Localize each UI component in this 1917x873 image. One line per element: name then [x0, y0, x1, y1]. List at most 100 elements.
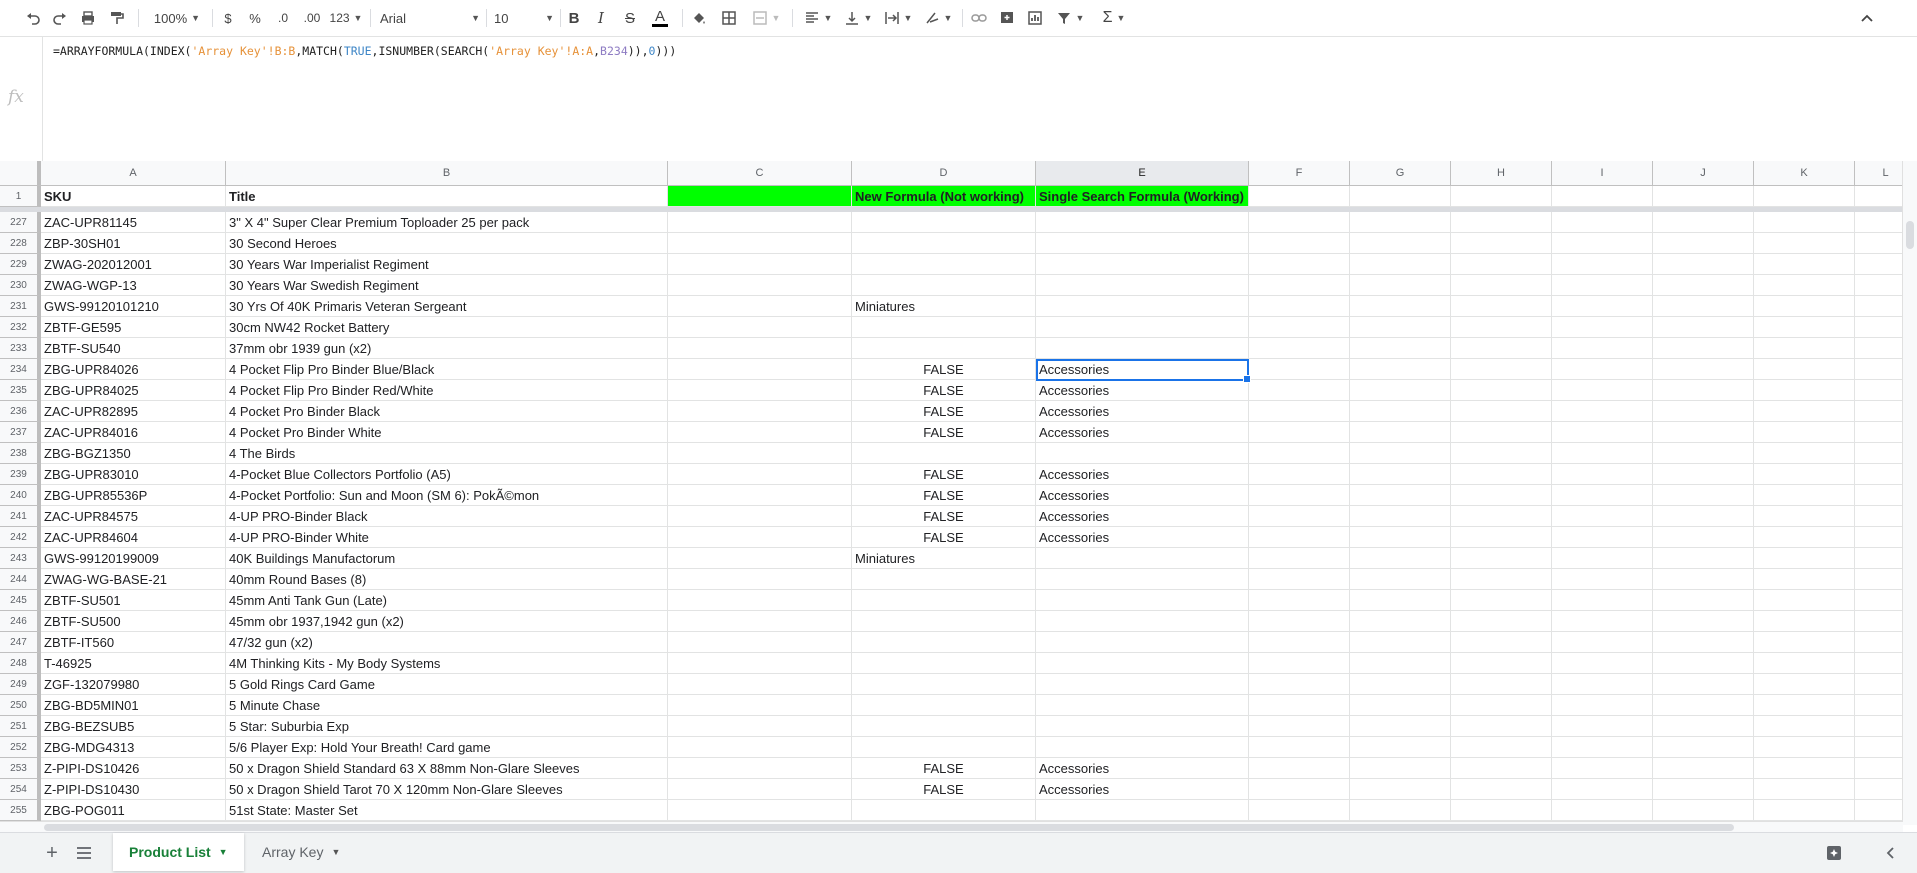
- cell[interactable]: ZBTF-SU500: [41, 611, 226, 632]
- cell[interactable]: [852, 695, 1036, 716]
- column-header-a[interactable]: A: [41, 161, 226, 185]
- cell[interactable]: [1552, 737, 1653, 758]
- cell[interactable]: [852, 338, 1036, 359]
- column-header-e[interactable]: E: [1036, 161, 1249, 185]
- cell[interactable]: [1350, 422, 1451, 443]
- cell[interactable]: [1552, 779, 1653, 800]
- cell[interactable]: [1350, 485, 1451, 506]
- cell[interactable]: [1653, 485, 1754, 506]
- cell[interactable]: [1249, 212, 1350, 233]
- cell[interactable]: [1653, 212, 1754, 233]
- cell[interactable]: [1350, 443, 1451, 464]
- cell[interactable]: [1350, 275, 1451, 296]
- cell[interactable]: [1036, 443, 1249, 464]
- cell[interactable]: [668, 653, 852, 674]
- cell[interactable]: [668, 737, 852, 758]
- formula-input[interactable]: =ARRAYFORMULA(INDEX('Array Key'!B:B,MATC…: [53, 44, 676, 58]
- cell[interactable]: FALSE: [852, 401, 1036, 422]
- cell[interactable]: [1451, 338, 1552, 359]
- cell[interactable]: [1451, 359, 1552, 380]
- cell[interactable]: [1350, 548, 1451, 569]
- merge-cells-icon[interactable]: ▼: [748, 6, 784, 30]
- cell[interactable]: [1451, 317, 1552, 338]
- cell[interactable]: [1036, 212, 1249, 233]
- bold-icon[interactable]: B: [564, 6, 584, 30]
- cell[interactable]: [1552, 485, 1653, 506]
- row-number[interactable]: 235: [0, 380, 41, 401]
- cell[interactable]: 45mm obr 1937,1942 gun (x2): [226, 611, 668, 632]
- cell[interactable]: [1552, 548, 1653, 569]
- column-header-b[interactable]: B: [226, 161, 668, 185]
- cell[interactable]: Accessories: [1036, 779, 1249, 800]
- cell[interactable]: [852, 317, 1036, 338]
- horizontal-align-icon[interactable]: ▼: [800, 6, 836, 30]
- cell[interactable]: [668, 443, 852, 464]
- cell[interactable]: [1350, 401, 1451, 422]
- cell[interactable]: [1552, 317, 1653, 338]
- cell[interactable]: [668, 359, 852, 380]
- cell[interactable]: [668, 275, 852, 296]
- cell[interactable]: [1451, 212, 1552, 233]
- cell[interactable]: Z-PIPI-DS10430: [41, 779, 226, 800]
- cell[interactable]: [1451, 800, 1552, 821]
- cell[interactable]: [1249, 233, 1350, 254]
- cell[interactable]: [1653, 380, 1754, 401]
- cell[interactable]: [1451, 233, 1552, 254]
- explore-icon[interactable]: [1822, 841, 1846, 865]
- cell[interactable]: [1036, 296, 1249, 317]
- cell[interactable]: [1249, 401, 1350, 422]
- cell[interactable]: [1249, 296, 1350, 317]
- row-number[interactable]: 1: [0, 186, 41, 207]
- cell[interactable]: [1350, 254, 1451, 275]
- row-number[interactable]: 242: [0, 527, 41, 548]
- cell[interactable]: [1249, 506, 1350, 527]
- cell[interactable]: [1754, 380, 1855, 401]
- cell[interactable]: [1754, 464, 1855, 485]
- cell[interactable]: [1653, 632, 1754, 653]
- chevron-down-icon[interactable]: ▼: [219, 847, 228, 857]
- cell[interactable]: FALSE: [852, 422, 1036, 443]
- cell[interactable]: [1653, 254, 1754, 275]
- cell[interactable]: [1451, 422, 1552, 443]
- cell[interactable]: [1653, 338, 1754, 359]
- cell[interactable]: [1451, 527, 1552, 548]
- cell[interactable]: [1653, 695, 1754, 716]
- text-rotation-icon[interactable]: ▼: [920, 6, 956, 30]
- row-number[interactable]: 241: [0, 506, 41, 527]
- row-number[interactable]: 243: [0, 548, 41, 569]
- cell[interactable]: 30cm NW42 Rocket Battery: [226, 317, 668, 338]
- cell[interactable]: [1653, 317, 1754, 338]
- cell[interactable]: 4-Pocket Portfolio: Sun and Moon (SM 6):…: [226, 485, 668, 506]
- cell[interactable]: [1754, 590, 1855, 611]
- cell[interactable]: 4 Pocket Flip Pro Binder Red/White: [226, 380, 668, 401]
- column-header-c[interactable]: C: [668, 161, 852, 185]
- cell[interactable]: [852, 674, 1036, 695]
- column-header-j[interactable]: J: [1653, 161, 1754, 185]
- cell[interactable]: [1754, 212, 1855, 233]
- cell[interactable]: [1249, 695, 1350, 716]
- chevron-down-icon[interactable]: ▼: [331, 847, 340, 857]
- cell[interactable]: [1754, 233, 1855, 254]
- cell[interactable]: [852, 443, 1036, 464]
- cell[interactable]: [852, 653, 1036, 674]
- all-sheets-icon[interactable]: [72, 841, 96, 865]
- cell[interactable]: [1552, 653, 1653, 674]
- column-header-h[interactable]: H: [1451, 161, 1552, 185]
- cell[interactable]: [1249, 779, 1350, 800]
- cell[interactable]: [1350, 695, 1451, 716]
- cell[interactable]: FALSE: [852, 464, 1036, 485]
- cell[interactable]: [1653, 569, 1754, 590]
- cell[interactable]: [1249, 716, 1350, 737]
- cell[interactable]: [668, 506, 852, 527]
- cell[interactable]: Accessories: [1036, 359, 1249, 380]
- add-sheet-icon[interactable]: +: [40, 841, 64, 865]
- row-number[interactable]: 231: [0, 296, 41, 317]
- cell[interactable]: [668, 338, 852, 359]
- cell[interactable]: [1451, 695, 1552, 716]
- cell[interactable]: [668, 233, 852, 254]
- row-number[interactable]: 238: [0, 443, 41, 464]
- cell[interactable]: [852, 590, 1036, 611]
- cell[interactable]: FALSE: [852, 380, 1036, 401]
- row-number[interactable]: 233: [0, 338, 41, 359]
- cell[interactable]: [1249, 611, 1350, 632]
